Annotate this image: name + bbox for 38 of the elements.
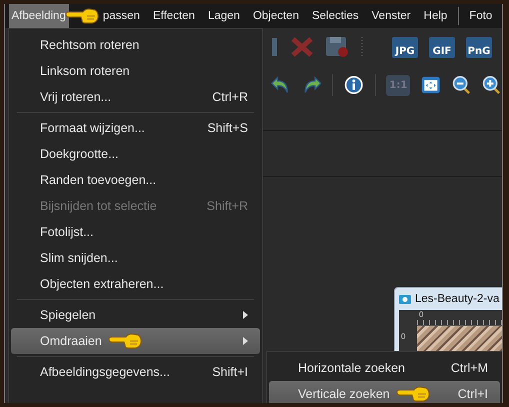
menu-item[interactable]: Vrij roteren... Ctrl+R xyxy=(11,84,260,110)
menu-bar-item[interactable]: Help xyxy=(420,4,450,28)
pointing-hand-icon xyxy=(64,8,99,24)
menu-item[interactable]: Doekgrootte... xyxy=(11,141,260,167)
export-button[interactable]: PnG xyxy=(466,36,492,58)
submenu-arrow-icon xyxy=(243,311,248,319)
menu-item[interactable]: Linksom roteren xyxy=(11,58,260,84)
menu-bar-item[interactable]: Foto xyxy=(466,4,496,28)
menu-bar-item[interactable]: Objecten xyxy=(250,4,302,28)
menu-item[interactable]: Randen toevoegen... xyxy=(11,167,260,193)
submenu-arrow-icon xyxy=(243,337,248,345)
export-button[interactable]: JPG xyxy=(392,36,418,58)
menu-item[interactable]: Rechtsom roteren xyxy=(11,32,260,58)
fit-window-icon[interactable] xyxy=(421,74,441,96)
menu-bar-item[interactable]: Afbeelding xyxy=(8,4,69,28)
menu-item[interactable]: Slim snijden... xyxy=(11,245,260,271)
menu-bar-item[interactable]: passen xyxy=(100,4,143,28)
toolbar-grip-icon[interactable] xyxy=(360,36,364,58)
pointing-hand-icon xyxy=(396,386,430,402)
menu-item[interactable]: Omdraaien xyxy=(11,328,260,354)
menu-bar-item[interactable]: Selecties xyxy=(308,4,362,28)
zoom-in-icon[interactable] xyxy=(482,73,502,97)
menu-bar-item[interactable]: Venster xyxy=(368,4,414,28)
zoom-out-icon[interactable] xyxy=(452,73,472,97)
menu-item[interactable]: Afbeeldingsgegevens... Shift+I xyxy=(11,359,260,385)
ruler: 0 xyxy=(417,310,502,326)
window-title: Les-Beauty-2-va xyxy=(415,293,500,305)
camera-icon xyxy=(399,293,411,305)
menu-item[interactable]: Formaat wijzigen... Shift+S xyxy=(11,115,260,141)
menu-bar-item[interactable]: Lagen xyxy=(204,4,243,28)
menu-item[interactable]: Spiegelen xyxy=(11,302,260,328)
info-icon[interactable] xyxy=(344,73,364,97)
menu-item[interactable]: Objecten extraheren... xyxy=(11,271,260,297)
menu-item[interactable]: Verticale zoeken Ctrl+I xyxy=(269,381,500,403)
pointing-hand-icon xyxy=(108,333,142,349)
menu-item[interactable]: Fotolijst... xyxy=(11,219,260,245)
menu-bar-item[interactable]: Effecten xyxy=(150,4,198,28)
export-button[interactable]: GIF xyxy=(429,36,455,58)
